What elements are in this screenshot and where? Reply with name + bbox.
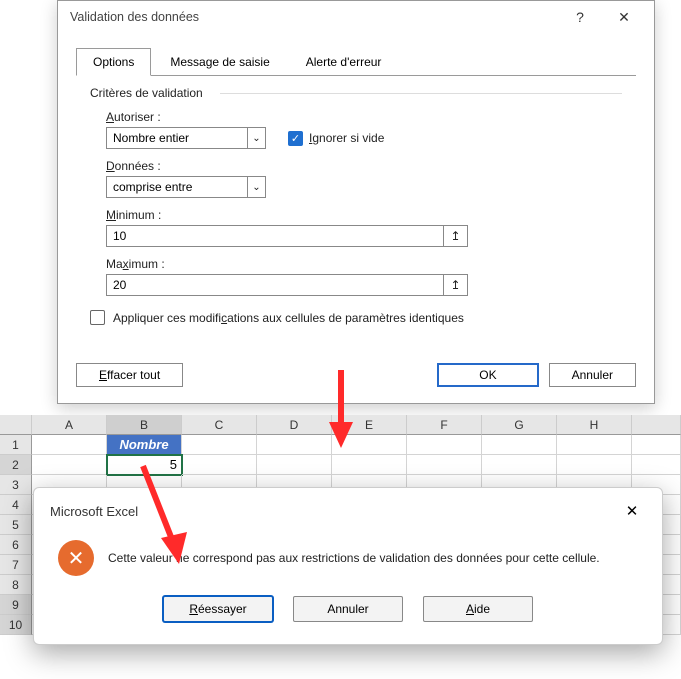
apply-all-label: Appliquer ces modifications aux cellules…: [113, 311, 464, 325]
column-headers: A B C D E F G H: [0, 415, 681, 435]
help-button[interactable]: Aide: [423, 596, 533, 622]
check-icon: ✓: [288, 131, 303, 146]
col-header[interactable]: A: [32, 415, 107, 435]
data-field: Données : ⌄: [106, 159, 622, 198]
col-header[interactable]: C: [182, 415, 257, 435]
authorize-label: Autoriser :: [106, 110, 622, 124]
select-all-corner[interactable]: [0, 415, 32, 435]
authorize-field: Autoriser : ⌄ ✓ Ignorer si vide: [106, 110, 622, 149]
group-divider: [220, 93, 622, 94]
maximum-value[interactable]: [107, 275, 443, 295]
data-validation-dialog: Validation des données ? ✕ Options Messa…: [57, 0, 655, 404]
dialog-title: Validation des données: [70, 10, 558, 24]
row-header[interactable]: 9: [0, 595, 32, 615]
cancel-button[interactable]: Annuler: [549, 363, 636, 387]
dialog-footer: Effacer tout OK Annuler: [58, 347, 654, 403]
authorize-value[interactable]: [107, 128, 247, 148]
row-header[interactable]: 8: [0, 575, 32, 595]
checkbox-icon: [90, 310, 105, 325]
col-header[interactable]: B: [107, 415, 182, 435]
help-button[interactable]: ?: [558, 1, 602, 33]
dialog-body: Critères de validation Autoriser : ⌄ ✓ I…: [58, 76, 654, 347]
row-header[interactable]: 7: [0, 555, 32, 575]
row-header[interactable]: 5: [0, 515, 32, 535]
minimum-label: Minimum :: [106, 208, 622, 222]
error-dialog: Microsoft Excel ✕ ✕ Cette valeur ne corr…: [33, 487, 663, 645]
cancel-button[interactable]: Annuler: [293, 596, 403, 622]
tab-options[interactable]: Options: [76, 48, 151, 76]
clear-all-button[interactable]: Effacer tout: [76, 363, 183, 387]
minimum-field: Minimum : ↥: [106, 208, 622, 247]
error-icon: ✕: [58, 540, 94, 576]
close-button[interactable]: ✕: [602, 1, 646, 33]
row-header[interactable]: 3: [0, 475, 32, 495]
minimum-input[interactable]: ↥: [106, 225, 468, 247]
data-combo[interactable]: ⌄: [106, 176, 266, 198]
row-header[interactable]: 4: [0, 495, 32, 515]
data-label: Données :: [106, 159, 622, 173]
col-header[interactable]: E: [332, 415, 407, 435]
col-header[interactable]: D: [257, 415, 332, 435]
tab-input-message[interactable]: Message de saisie: [153, 48, 286, 76]
col-header[interactable]: G: [482, 415, 557, 435]
ignore-blank-checkbox[interactable]: ✓ Ignorer si vide: [288, 131, 384, 146]
active-cell-b2[interactable]: 5: [107, 455, 182, 475]
error-buttons: Réessayer Annuler Aide: [48, 576, 648, 622]
table-row: 1 Nombre: [0, 435, 681, 455]
header-cell-nombre[interactable]: Nombre: [107, 435, 182, 455]
maximum-label: Maximum :: [106, 257, 622, 271]
tab-error-alert[interactable]: Alerte d'erreur: [289, 48, 399, 76]
range-picker-icon[interactable]: ↥: [443, 275, 467, 295]
authorize-combo[interactable]: ⌄: [106, 127, 266, 149]
maximum-input[interactable]: ↥: [106, 274, 468, 296]
row-header[interactable]: 1: [0, 435, 32, 455]
chevron-down-icon[interactable]: ⌄: [247, 177, 265, 197]
maximum-field: Maximum : ↥: [106, 257, 622, 296]
ok-button[interactable]: OK: [437, 363, 538, 387]
error-titlebar: Microsoft Excel ✕: [48, 498, 648, 524]
chevron-down-icon[interactable]: ⌄: [247, 128, 265, 148]
row-header[interactable]: 10: [0, 615, 32, 635]
criteria-group-label: Critères de validation: [90, 86, 622, 100]
close-button[interactable]: ✕: [616, 498, 648, 524]
minimum-value[interactable]: [107, 226, 443, 246]
tabs: Options Message de saisie Alerte d'erreu…: [58, 33, 654, 75]
titlebar: Validation des données ? ✕: [58, 1, 654, 33]
data-value[interactable]: [107, 177, 247, 197]
error-title: Microsoft Excel: [48, 504, 616, 519]
table-row: 25: [0, 455, 681, 475]
range-picker-icon[interactable]: ↥: [443, 226, 467, 246]
col-header[interactable]: F: [407, 415, 482, 435]
apply-all-checkbox[interactable]: Appliquer ces modifications aux cellules…: [90, 310, 622, 325]
row-header[interactable]: 2: [0, 455, 32, 475]
retry-button[interactable]: Réessayer: [163, 596, 273, 622]
error-message: Cette valeur ne correspond pas aux restr…: [108, 551, 600, 565]
col-header[interactable]: H: [557, 415, 632, 435]
row-header[interactable]: 6: [0, 535, 32, 555]
error-body: ✕ Cette valeur ne correspond pas aux res…: [48, 524, 648, 576]
